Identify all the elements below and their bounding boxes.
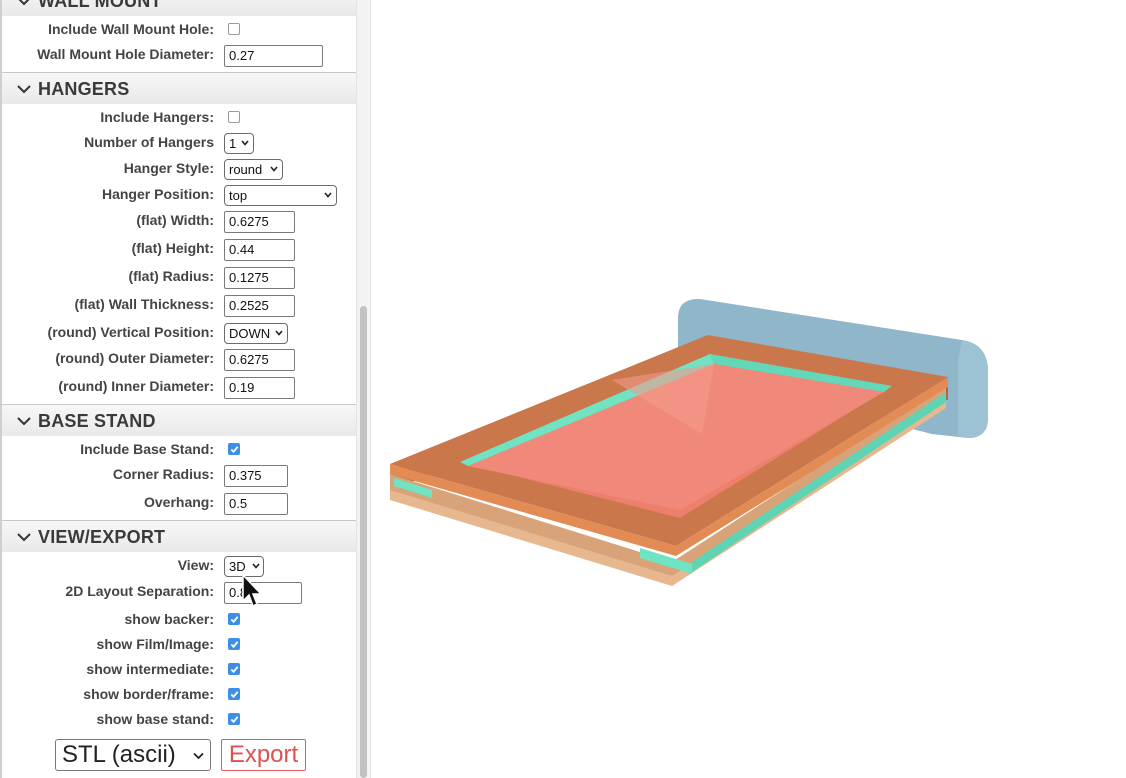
chevron-down-icon bbox=[241, 140, 249, 146]
section-header-hangers[interactable]: HANGERS bbox=[2, 72, 356, 104]
view-label: View: bbox=[177, 557, 214, 573]
hanger-style-label: Hanger Style: bbox=[123, 160, 214, 176]
show-intermediate-checkbox[interactable] bbox=[228, 663, 240, 675]
view-value: 3D bbox=[229, 559, 246, 574]
round-vertical-position-value: DOWN bbox=[229, 326, 271, 341]
show-backer-checkbox[interactable] bbox=[228, 613, 240, 625]
include-hangers-checkbox[interactable] bbox=[228, 111, 240, 123]
show-border-frame-checkbox[interactable] bbox=[228, 688, 240, 700]
3d-viewport[interactable] bbox=[372, 0, 1126, 778]
section-header-base-stand[interactable]: BASE STAND bbox=[2, 404, 356, 436]
checkmark-icon bbox=[230, 446, 239, 454]
corner-radius-label: Corner Radius: bbox=[112, 466, 214, 482]
section-header-wall-mount[interactable]: WALL MOUNT bbox=[2, 0, 356, 16]
number-of-hangers-select[interactable]: 1 bbox=[224, 133, 254, 154]
include-base-stand-checkbox[interactable] bbox=[228, 443, 240, 455]
chevron-down-icon bbox=[18, 0, 30, 6]
chevron-down-icon bbox=[17, 85, 31, 94]
flat-radius-input[interactable]: 0.1275 bbox=[224, 267, 295, 289]
hanger-position-label: Hanger Position: bbox=[101, 186, 214, 202]
export-format-select[interactable]: STL (ascii) bbox=[55, 739, 211, 771]
flat-height-label: (flat) Height: bbox=[131, 240, 214, 256]
hanger-position-select[interactable]: top bbox=[224, 185, 337, 206]
flat-width-input[interactable]: 0.6275 bbox=[224, 211, 295, 233]
section-title: WALL MOUNT bbox=[38, 0, 162, 11]
chevron-down-icon bbox=[193, 752, 204, 760]
include-hangers-label: Include Hangers: bbox=[100, 109, 214, 125]
frame-model bbox=[390, 298, 988, 586]
overhang-label: Overhang: bbox=[143, 494, 214, 510]
flat-height-input[interactable]: 0.44 bbox=[224, 239, 295, 261]
hanger-position-value: top bbox=[229, 188, 248, 203]
round-outer-diameter-label: (round) Outer Diameter: bbox=[55, 350, 214, 366]
chevron-down-icon bbox=[270, 166, 278, 172]
checkmark-icon bbox=[230, 616, 239, 624]
round-vertical-position-select[interactable]: DOWN bbox=[224, 323, 288, 344]
checkmark-icon bbox=[230, 641, 239, 649]
show-base-stand-label: show base stand: bbox=[96, 711, 214, 727]
checkmark-icon bbox=[230, 716, 239, 724]
section-header-view-export[interactable]: VIEW/EXPORT bbox=[2, 520, 356, 552]
export-button[interactable]: Export bbox=[221, 739, 306, 771]
corner-radius-input[interactable]: 0.375 bbox=[224, 465, 288, 487]
include-base-stand-label: Include Base Stand: bbox=[80, 441, 214, 457]
panel-scrollbar[interactable] bbox=[356, 0, 371, 778]
flat-wall-thickness-label: (flat) Wall Thickness: bbox=[74, 296, 214, 312]
chevron-down-icon bbox=[324, 192, 332, 198]
include-wall-mount-hole-checkbox[interactable] bbox=[228, 23, 240, 35]
overhang-input[interactable]: 0.5 bbox=[224, 493, 288, 515]
flat-radius-label: (flat) Radius: bbox=[128, 268, 214, 284]
show-base-stand-checkbox[interactable] bbox=[228, 713, 240, 725]
chevron-down-icon bbox=[252, 563, 260, 569]
include-wall-mount-hole-label: Include Wall Mount Hole: bbox=[48, 21, 214, 37]
show-intermediate-label: show intermediate: bbox=[86, 661, 214, 677]
mouse-cursor-icon bbox=[242, 574, 263, 608]
hanger-style-value: round bbox=[229, 162, 263, 177]
wall-mount-hole-diameter-label: Wall Mount Hole Diameter: bbox=[37, 46, 214, 62]
flat-wall-thickness-input[interactable]: 0.2525 bbox=[224, 295, 295, 317]
settings-panel: WALL MOUNT Include Wall Mount Hole: Wall… bbox=[0, 0, 356, 778]
checkmark-icon bbox=[230, 691, 239, 699]
checkmark-icon bbox=[230, 666, 239, 674]
chevron-down-icon bbox=[275, 330, 283, 336]
section-title: VIEW/EXPORT bbox=[38, 527, 166, 547]
round-inner-diameter-input[interactable]: 0.19 bbox=[224, 377, 295, 399]
section-title: BASE STAND bbox=[38, 411, 156, 431]
wall-mount-hole-diameter-input[interactable]: 0.27 bbox=[224, 45, 323, 67]
chevron-down-icon bbox=[17, 417, 31, 426]
round-outer-diameter-input[interactable]: 0.6275 bbox=[224, 349, 295, 371]
show-film-image-checkbox[interactable] bbox=[228, 638, 240, 650]
show-border-frame-label: show border/frame: bbox=[83, 686, 214, 702]
flat-width-label: (flat) Width: bbox=[136, 212, 214, 228]
hanger-style-select[interactable]: round bbox=[224, 159, 283, 180]
export-format-value: STL (ascii) bbox=[62, 741, 176, 768]
number-of-hangers-label: Number of Hangers bbox=[84, 134, 214, 150]
show-backer-label: show backer: bbox=[124, 611, 214, 627]
number-of-hangers-value: 1 bbox=[229, 136, 237, 151]
scrollbar-thumb[interactable] bbox=[360, 306, 367, 778]
layout-separation-label: 2D Layout Separation: bbox=[65, 583, 214, 599]
chevron-down-icon bbox=[17, 533, 31, 542]
section-title: HANGERS bbox=[38, 79, 130, 99]
round-inner-diameter-label: (round) Inner Diameter: bbox=[58, 378, 214, 394]
show-film-image-label: show Film/Image: bbox=[96, 636, 214, 652]
round-vertical-position-label: (round) Vertical Position: bbox=[47, 324, 214, 340]
